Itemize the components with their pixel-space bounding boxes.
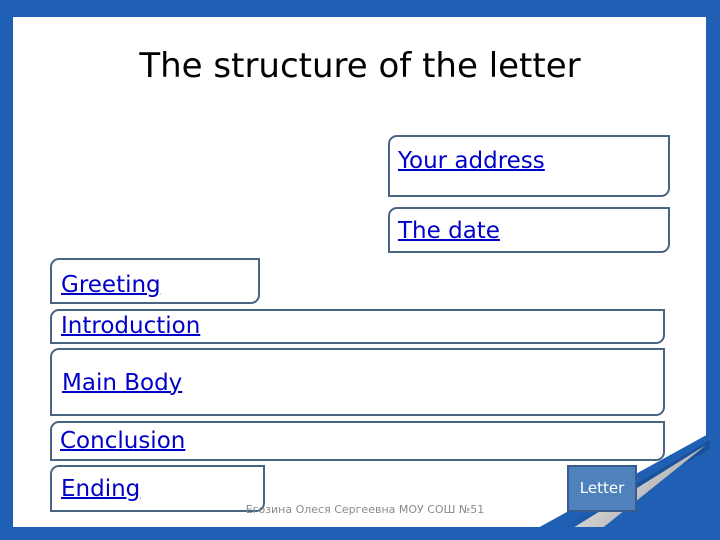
your-address-box: Your address bbox=[388, 135, 670, 197]
main-body-link[interactable]: Main Body bbox=[62, 370, 182, 396]
main-body-box: Main Body bbox=[50, 348, 665, 416]
your-address-link[interactable]: Your address bbox=[398, 148, 545, 174]
letter-button[interactable]: Letter bbox=[567, 465, 637, 512]
greeting-link[interactable]: Greeting bbox=[61, 272, 161, 298]
conclusion-box: Conclusion bbox=[50, 421, 665, 461]
ending-link[interactable]: Ending bbox=[61, 476, 140, 502]
conclusion-link[interactable]: Conclusion bbox=[60, 428, 185, 454]
slide-title: The structure of the letter bbox=[139, 46, 581, 86]
the-date-box: The date bbox=[388, 207, 670, 253]
author-footer: Егозина Олеся Сергеевна МОУ СОШ №51 bbox=[245, 503, 485, 516]
greeting-box: Greeting bbox=[50, 258, 260, 304]
introduction-link[interactable]: Introduction bbox=[61, 313, 200, 339]
ending-box: Ending bbox=[50, 465, 265, 512]
the-date-link[interactable]: The date bbox=[398, 218, 500, 244]
introduction-box: Introduction bbox=[50, 309, 665, 344]
